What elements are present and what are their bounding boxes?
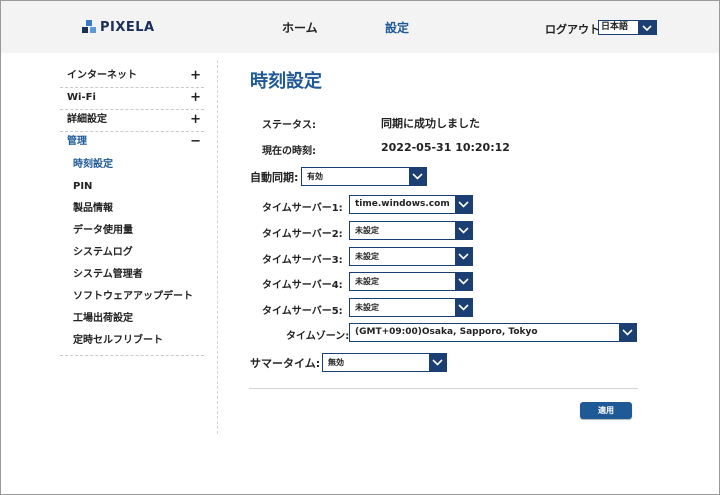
apply-button[interactable]: 適用: [580, 402, 632, 419]
sidebar-item-wifi[interactable]: Wi-Fi +: [60, 88, 204, 110]
sidebar-item-advanced[interactable]: 詳細設定 +: [60, 110, 204, 132]
summer-time-label: サマータイム:: [250, 357, 321, 370]
sidebar-item-pin[interactable]: PIN: [60, 176, 204, 198]
time-server-1-select[interactable]: time.windows.com: [349, 195, 473, 214]
time-server-5-select[interactable]: 未設定: [349, 298, 473, 317]
status-label: ステータス:: [262, 120, 316, 131]
sidebar-item-label: Wi-Fi: [67, 92, 96, 103]
timezone-select[interactable]: (GMT+09:00)Osaka, Sapporo, Tokyo: [349, 323, 637, 342]
sidebar-item-product-info[interactable]: 製品情報: [60, 198, 204, 220]
time-server-2-select[interactable]: 未設定: [349, 221, 473, 240]
chevron-down-icon[interactable]: [409, 168, 426, 185]
chevron-down-icon[interactable]: [429, 354, 446, 371]
expand-icon[interactable]: +: [190, 66, 201, 86]
sidebar-item-label: 詳細設定: [67, 114, 107, 125]
time-server-3-label: タイムサーバー3:: [262, 255, 343, 266]
logout-link[interactable]: ログアウト: [545, 21, 600, 37]
chevron-down-icon[interactable]: [455, 196, 472, 213]
time-server-2-value: 未設定: [355, 226, 379, 235]
time-server-1-value: time.windows.com: [355, 199, 450, 209]
sidebar-item-time-settings[interactable]: 時刻設定: [60, 154, 204, 176]
chevron-down-icon[interactable]: [638, 21, 656, 34]
nav-settings[interactable]: 設定: [385, 19, 409, 36]
summer-time-value: 無効: [328, 358, 344, 367]
time-server-4-value: 未設定: [355, 277, 379, 286]
auto-sync-value: 有効: [307, 172, 323, 181]
form-divider: [249, 388, 638, 389]
time-server-1-label: タイムサーバー1:: [262, 203, 343, 214]
chevron-down-icon[interactable]: [455, 273, 472, 290]
sidebar-item-internet[interactable]: インターネット +: [60, 66, 204, 88]
summer-time-select[interactable]: 無効: [322, 353, 447, 372]
expand-icon[interactable]: +: [190, 88, 201, 108]
management-submenu: 時刻設定 PIN 製品情報 データ使用量 システムログ システム管理者 ソフトウ…: [60, 154, 204, 356]
sidebar-item-factory-reset[interactable]: 工場出荷設定: [60, 308, 204, 330]
status-value: 同期に成功しました: [381, 117, 480, 130]
logo-text: PIXELA: [100, 19, 155, 35]
chevron-down-icon[interactable]: [455, 222, 472, 239]
sidebar: インターネット + Wi-Fi + 詳細設定 + 管理 − 時刻設定 PIN 製…: [60, 66, 204, 356]
sidebar-item-software-update[interactable]: ソフトウェアアップデート: [60, 286, 204, 308]
chevron-down-icon[interactable]: [455, 248, 472, 265]
time-server-2-label: タイムサーバー2:: [262, 229, 343, 240]
pixela-logo-icon: [82, 20, 96, 33]
sidebar-item-system-admin[interactable]: システム管理者: [60, 264, 204, 286]
sidebar-item-system-log[interactable]: システムログ: [60, 242, 204, 264]
time-server-5-value: 未設定: [355, 303, 379, 312]
collapse-icon[interactable]: −: [190, 132, 201, 152]
current-time-label: 現在の時刻:: [262, 146, 316, 157]
timezone-label: タイムゾーン:: [286, 331, 350, 342]
sidebar-item-label: 管理: [67, 136, 87, 147]
auto-sync-label: 自動同期:: [250, 171, 299, 184]
vertical-divider: [217, 60, 218, 434]
current-time-value: 2022-05-31 10:20:12: [381, 141, 510, 154]
chevron-down-icon[interactable]: [455, 299, 472, 316]
time-server-4-label: タイムサーバー4:: [262, 280, 343, 291]
expand-icon[interactable]: +: [190, 110, 201, 130]
sidebar-item-label: インターネット: [67, 70, 137, 81]
header-bar: PIXELA ホーム 設定 ログアウト 日本語: [1, 1, 719, 53]
time-server-5-label: タイムサーバー5:: [262, 306, 343, 317]
logo[interactable]: PIXELA: [81, 18, 155, 36]
time-server-3-select[interactable]: 未設定: [349, 247, 473, 266]
chevron-down-icon[interactable]: [619, 324, 636, 341]
language-select[interactable]: 日本語: [598, 20, 657, 35]
timezone-value: (GMT+09:00)Osaka, Sapporo, Tokyo: [355, 327, 538, 337]
language-value: 日本語: [601, 22, 629, 32]
nav-home[interactable]: ホーム: [282, 19, 318, 36]
page-title: 時刻設定: [250, 71, 322, 92]
time-server-3-value: 未設定: [355, 252, 379, 261]
auto-sync-select[interactable]: 有効: [301, 167, 427, 186]
time-server-4-select[interactable]: 未設定: [349, 272, 473, 291]
sidebar-item-scheduled-reboot[interactable]: 定時セルフリブート: [60, 330, 204, 352]
sidebar-item-management[interactable]: 管理 −: [60, 132, 204, 154]
sidebar-item-data-usage[interactable]: データ使用量: [60, 220, 204, 242]
